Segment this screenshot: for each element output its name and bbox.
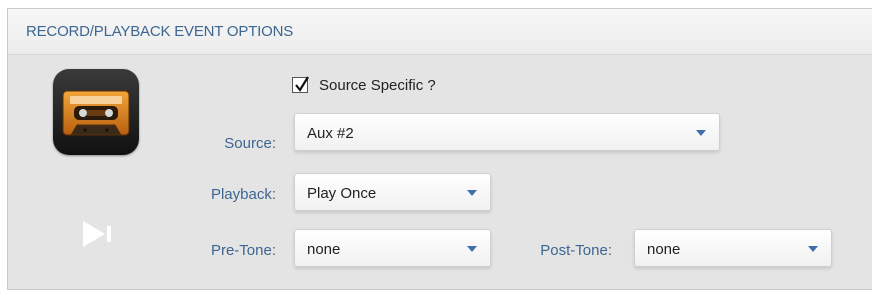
chevron-down-icon [696,130,706,136]
source-dropdown[interactable]: Aux #2 [294,113,720,151]
cassette-tape-icon [53,69,139,155]
play-next-icon[interactable] [81,219,117,254]
source-specific-label[interactable]: Source Specific ? [319,77,436,94]
chevron-down-icon [467,190,477,196]
panel-title: RECORD/PLAYBACK EVENT OPTIONS [26,23,294,40]
record-playback-options-panel: RECORD/PLAYBACK EVENT OPTIONS Source Spe… [7,8,872,290]
chevron-down-icon [808,246,818,252]
post-tone-dropdown[interactable]: none [634,229,832,267]
source-specific-checkbox[interactable] [292,76,309,93]
source-label: Source: [224,135,276,152]
panel-header: RECORD/PLAYBACK EVENT OPTIONS [8,9,872,55]
chevron-down-icon [467,246,477,252]
playback-value: Play Once [307,185,377,202]
playback-label: Playback: [210,186,276,203]
source-value: Aux #2 [307,125,354,142]
pre-tone-value: none [307,241,341,258]
post-tone-label: Post-Tone: [540,242,612,259]
pre-tone-label: Pre-Tone: [210,242,276,259]
pre-tone-dropdown[interactable]: none [294,229,491,267]
playback-dropdown[interactable]: Play Once [294,173,491,211]
post-tone-value: none [647,241,681,258]
